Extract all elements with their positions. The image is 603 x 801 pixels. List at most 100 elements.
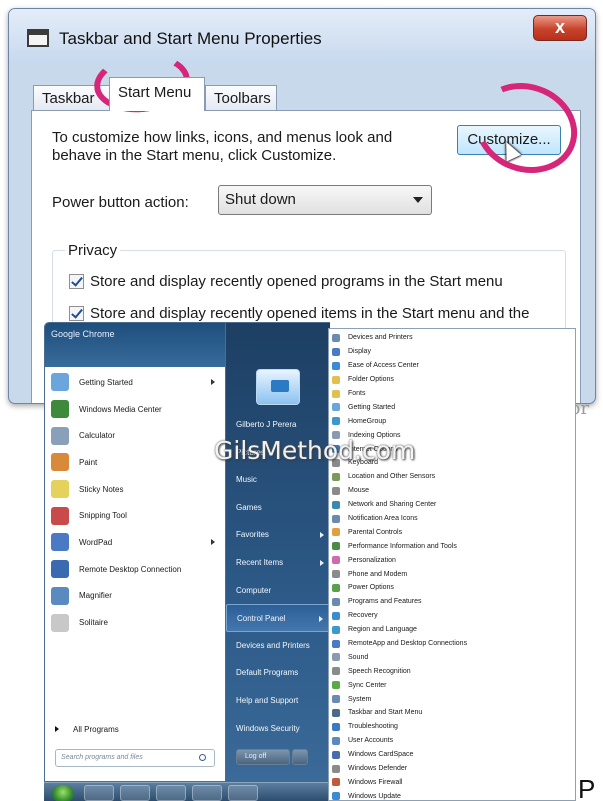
control-panel-item[interactable]: User Accounts — [329, 734, 575, 748]
power-select-value: Shut down — [225, 191, 296, 208]
control-panel-item[interactable]: Parental Controls — [329, 525, 575, 539]
control-panel-item[interactable]: Power Options — [329, 581, 575, 595]
place-item[interactable]: Control Panel — [226, 604, 330, 632]
all-programs-button[interactable]: All Programs — [55, 725, 119, 734]
control-panel-item-label: Folder Options — [348, 376, 394, 384]
place-label: Help and Support — [236, 695, 299, 705]
control-panel-item[interactable]: Speech Recognition — [329, 664, 575, 678]
place-item[interactable]: Games — [226, 494, 330, 522]
power-button-select[interactable]: Shut down — [218, 185, 432, 215]
snipping-tool-icon — [51, 506, 69, 525]
control-panel-item-label: Getting Started — [348, 403, 396, 411]
control-panel-item-label: Devices and Printers — [348, 334, 413, 342]
recent-program-item[interactable]: Remote Desktop Connection — [51, 556, 221, 583]
recent-program-item[interactable]: Getting Started — [51, 369, 221, 396]
control-panel-item[interactable]: Network and Sharing Center — [329, 498, 575, 512]
control-panel-item[interactable]: Fonts — [329, 387, 575, 401]
control-panel-item[interactable]: Windows Firewall — [329, 776, 575, 790]
place-item[interactable]: Recent Items — [226, 549, 330, 577]
store-recent-programs-checkbox[interactable] — [69, 274, 84, 289]
start-orb-icon[interactable] — [52, 785, 74, 801]
control-panel-item[interactable]: RemoteApp and Desktop Connections — [329, 637, 575, 651]
place-item[interactable]: Devices and Printers — [226, 632, 330, 660]
control-panel-item[interactable]: Troubleshooting — [329, 720, 575, 734]
recent-program-item[interactable]: Paint — [51, 449, 221, 476]
taskbar-ie-icon[interactable] — [84, 785, 114, 801]
pinned-chrome-label[interactable]: Google Chrome — [51, 329, 115, 340]
place-item[interactable]: Computer — [226, 577, 330, 605]
control-panel-item[interactable]: Devices and Printers — [329, 331, 575, 345]
control-panel-item[interactable]: Phone and Modem — [329, 567, 575, 581]
recent-program-item[interactable]: WordPad — [51, 529, 221, 556]
control-panel-item[interactable]: Taskbar and Start Menu — [329, 706, 575, 720]
control-panel-item-label: Power Options — [348, 584, 394, 592]
control-panel-item-icon — [332, 667, 340, 676]
place-item[interactable]: Gilberto J Perera — [226, 411, 330, 439]
place-item[interactable]: Windows Security — [226, 715, 330, 743]
dialog-title: Taskbar and Start Menu Properties — [59, 29, 322, 48]
control-panel-item-icon — [332, 611, 340, 620]
place-item[interactable]: Help and Support — [226, 687, 330, 715]
control-panel-item[interactable]: Programs and Features — [329, 595, 575, 609]
recent-program-item[interactable]: Magnifier — [51, 583, 221, 610]
control-panel-item[interactable]: Sound — [329, 650, 575, 664]
control-panel-item[interactable]: Region and Language — [329, 623, 575, 637]
control-panel-item[interactable]: Display — [329, 345, 575, 359]
search-input[interactable]: Search programs and files — [55, 749, 215, 767]
control-panel-item-label: Region and Language — [348, 626, 417, 634]
taskbar-app-icon-5[interactable] — [228, 785, 258, 801]
log-off-button[interactable]: Log off — [236, 749, 290, 765]
control-panel-item[interactable]: Notification Area Icons — [329, 512, 575, 526]
control-panel-item[interactable]: Windows Update — [329, 789, 575, 800]
place-item[interactable]: Default Programs — [226, 659, 330, 687]
store-recent-items-checkbox[interactable] — [69, 306, 84, 321]
tab-toolbars[interactable]: Toolbars — [205, 85, 277, 111]
recent-program-item[interactable]: Snipping Tool — [51, 502, 221, 529]
recent-program-item[interactable]: Calculator — [51, 422, 221, 449]
title-bar[interactable]: Taskbar and Start Menu Properties x — [9, 9, 595, 65]
search-icon[interactable] — [199, 754, 206, 761]
close-button[interactable]: x — [533, 15, 587, 41]
control-panel-item-label: Taskbar and Start Menu — [348, 709, 423, 717]
control-panel-item[interactable]: Ease of Access Center — [329, 359, 575, 373]
control-panel-item[interactable]: Mouse — [329, 484, 575, 498]
control-panel-item[interactable]: Sync Center — [329, 678, 575, 692]
control-panel-item[interactable]: Location and Other Sensors — [329, 470, 575, 484]
control-panel-item[interactable]: System — [329, 692, 575, 706]
control-panel-item-icon — [332, 708, 340, 717]
recent-program-item[interactable]: Solitaire — [51, 609, 221, 636]
user-picture-icon[interactable] — [256, 369, 300, 405]
place-item[interactable]: Favorites — [226, 521, 330, 549]
control-panel-item-icon — [332, 653, 340, 662]
store-recent-programs-row[interactable]: Store and display recently opened progra… — [69, 273, 559, 291]
control-panel-item[interactable]: HomeGroup — [329, 414, 575, 428]
place-label: Favorites — [236, 530, 269, 540]
control-panel-item-label: Fonts — [348, 390, 366, 397]
place-label: Games — [236, 502, 262, 512]
control-panel-item-icon — [332, 764, 340, 773]
recent-program-label: Sticky Notes — [79, 484, 124, 494]
chevron-right-icon — [320, 559, 324, 566]
recent-program-label: Paint — [79, 457, 98, 467]
control-panel-item-label: Personalization — [348, 556, 396, 564]
control-panel-item[interactable]: Windows CardSpace — [329, 748, 575, 762]
taskbar-media-icon[interactable] — [156, 785, 186, 801]
taskbar-chrome-icon[interactable] — [192, 785, 222, 801]
shutdown-options-button[interactable] — [292, 749, 308, 765]
recent-program-item[interactable]: Sticky Notes — [51, 476, 221, 503]
taskbar-explorer-icon[interactable] — [120, 785, 150, 801]
control-panel-item[interactable]: Getting Started — [329, 400, 575, 414]
control-panel-item[interactable]: Windows Defender — [329, 762, 575, 776]
corner-letter: P — [578, 774, 596, 801]
control-panel-item[interactable]: Performance Information and Tools — [329, 539, 575, 553]
tab-taskbar[interactable]: Taskbar — [33, 85, 111, 111]
tab-start-menu[interactable]: Start Menu — [109, 77, 205, 111]
chevron-right-icon — [211, 539, 215, 546]
recent-program-item[interactable]: Windows Media Center — [51, 396, 221, 423]
control-panel-item-label: HomeGroup — [348, 417, 387, 425]
control-panel-item-icon — [332, 625, 340, 634]
control-panel-item[interactable]: Recovery — [329, 609, 575, 623]
control-panel-item[interactable]: Personalization — [329, 553, 575, 567]
place-item[interactable]: Music — [226, 466, 330, 494]
control-panel-item[interactable]: Folder Options — [329, 373, 575, 387]
